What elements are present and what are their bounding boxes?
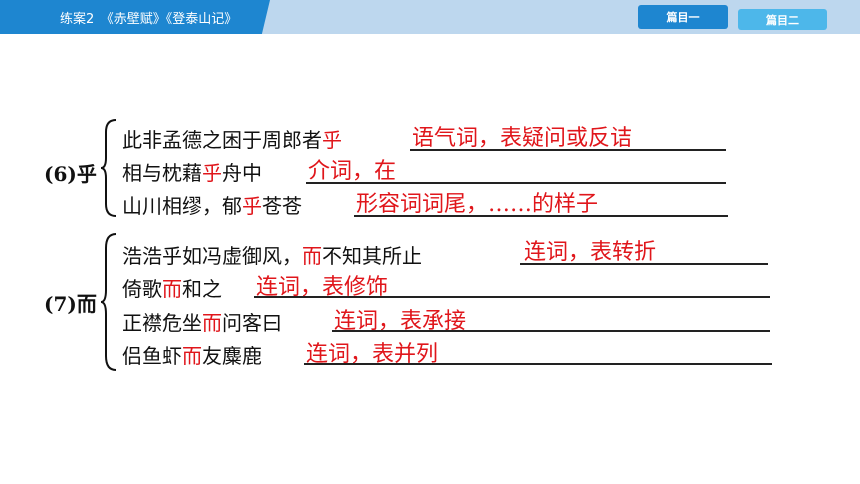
sentence-line: 山川相缪，郁乎苍苍 [122,194,302,218]
sentence-line: 此非孟德之困于周郎者乎 [122,128,342,152]
brace-icon [100,233,117,371]
answer-underline [354,215,728,217]
brace-icon [100,119,117,217]
sentence-line: 相与枕藉乎舟中 [122,161,262,185]
exercise-content: (6)乎 此非孟德之困于周郎者乎 语气词，表疑问或反诘 相与枕藉乎舟中 介词，在… [0,0,860,484]
group-label-7: (7)而 [44,292,97,316]
sentence-line: 浩浩乎如冯虚御风，而不知其所止 [122,244,422,268]
answer-underline [332,330,770,332]
answer-underline [304,363,772,365]
sentence-line: 倚歌而和之 [122,277,222,301]
sentence-line: 正襟危坐而问客曰 [122,311,282,335]
answer-text: 语气词，表疑问或反诘 [412,126,633,151]
answer-underline [254,296,770,298]
answer-underline [306,182,726,184]
group-label-6: (6)乎 [44,162,97,186]
answer-text: 介词，在 [308,159,397,184]
answer-underline [520,263,768,265]
answer-text: 连词，表转折 [524,240,657,265]
sentence-line: 侣鱼虾而友麋鹿 [122,344,262,368]
answer-text: 形容词词尾，……的样子 [356,192,599,217]
answer-underline [410,149,726,151]
